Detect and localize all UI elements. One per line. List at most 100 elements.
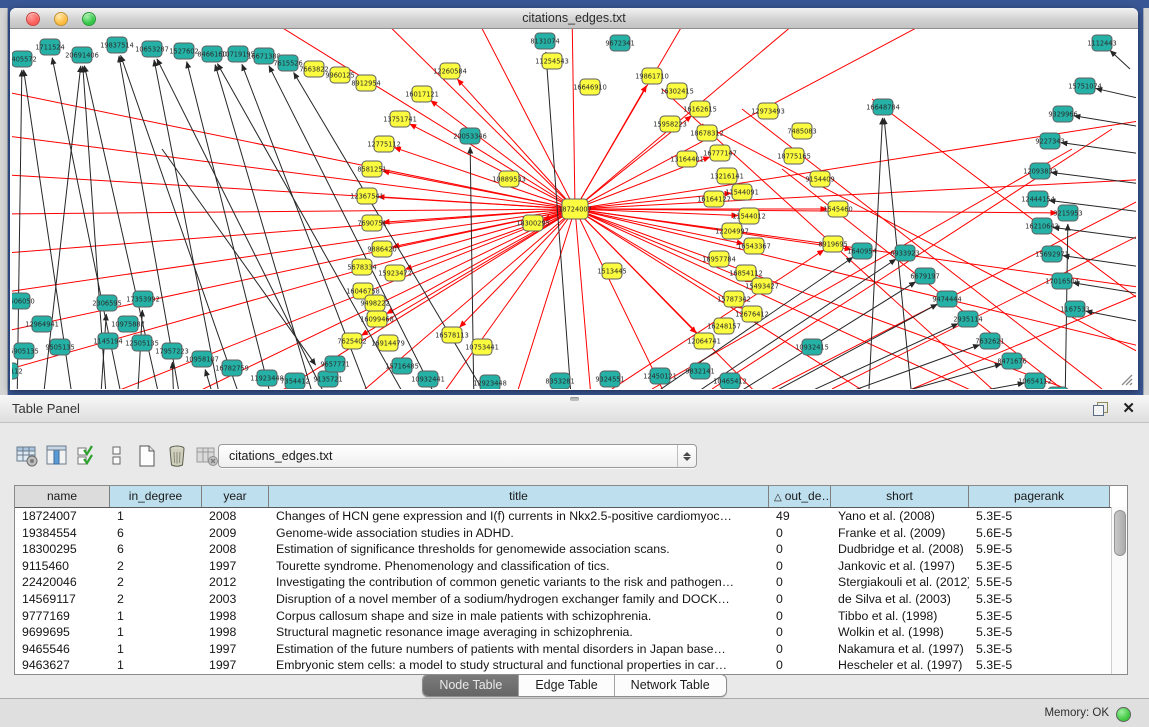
table-cell[interactable]: 1	[110, 508, 202, 525]
table-cell[interactable]: Yano et al. (2008)	[831, 508, 969, 525]
graph-node[interactable]: 1145194	[93, 333, 122, 349]
table-cell[interactable]: 1998	[202, 624, 269, 641]
table-cell[interactable]: 5.3E-5	[969, 591, 1110, 608]
graph-node[interactable]: 18775165	[777, 148, 811, 164]
table-cell[interactable]: 6	[110, 525, 202, 542]
graph-node[interactable]: 8919695	[818, 236, 847, 252]
graph-node[interactable]: 12367541	[350, 188, 384, 204]
table-cell[interactable]: 6	[110, 541, 202, 558]
tab-edge-table[interactable]: Edge Table	[519, 675, 614, 696]
table-cell[interactable]: 1	[110, 624, 202, 641]
graph-node[interactable]: 9135721	[313, 371, 342, 387]
table-cell[interactable]: 5.3E-5	[969, 608, 1110, 625]
graph-node[interactable]: 10889533	[492, 171, 526, 187]
table-cell[interactable]: 5.9E-5	[969, 541, 1110, 558]
table-cell[interactable]: 2009	[202, 525, 269, 542]
table-cell[interactable]: 2	[110, 558, 202, 575]
graph-node[interactable]: 10465412	[713, 373, 747, 389]
graph-node[interactable]: 8131074	[530, 33, 559, 49]
graph-node[interactable]: 12064741	[687, 333, 721, 349]
graph-node[interactable]: 12973493	[751, 103, 785, 119]
table-cell[interactable]: Tourette syndrome. Phenomenology and cla…	[269, 558, 769, 575]
column-header-pagerank[interactable]: pagerank	[969, 486, 1110, 507]
table-cell[interactable]: Structural magnetic resonance image aver…	[269, 624, 769, 641]
table-cell[interactable]: 14569117	[15, 591, 110, 608]
graph-node[interactable]: 2935114	[953, 311, 982, 327]
table-row[interactable]: 946362711997Embryonic stem cells: a mode…	[15, 657, 1127, 674]
graph-edge[interactable]	[154, 60, 222, 389]
graph-edge[interactable]	[882, 383, 1024, 389]
graph-node[interactable]: 13164401	[670, 151, 704, 167]
graph-node[interactable]: 16648784	[866, 99, 900, 115]
graph-node[interactable]: 9832141	[685, 363, 714, 379]
graph-edge[interactable]	[1074, 116, 1136, 127]
close-panel-icon[interactable]: ✕	[1122, 401, 1135, 416]
table-cell[interactable]: 49	[769, 508, 831, 525]
table-cell[interactable]: 9115460	[15, 558, 110, 575]
table-cell[interactable]: 0	[769, 525, 831, 542]
table-cell[interactable]: de Silva et al. (2003)	[831, 591, 969, 608]
graph-edge[interactable]	[575, 209, 851, 249]
column-header-name[interactable]: name	[15, 486, 110, 507]
table-selector-dropdown[interactable]: citations_edges.txt	[218, 444, 697, 468]
table-cell[interactable]: 2003	[202, 591, 269, 608]
table-cell[interactable]: Franke et al. (2009)	[831, 525, 969, 542]
graph-edge[interactable]	[1063, 256, 1136, 267]
graph-node[interactable]: 12775112	[367, 136, 401, 152]
graph-node[interactable]: 16162615	[683, 101, 717, 117]
table-row[interactable]: 946554611997Estimation of the future num…	[15, 641, 1127, 658]
graph-node[interactable]: 12676412	[735, 306, 769, 322]
graph-node[interactable]: 9405572	[12, 51, 37, 67]
table-cell[interactable]: Jankovic et al. (1997)	[831, 558, 969, 575]
graph-node[interactable]: 10654112	[1018, 373, 1052, 389]
delete-table-icon[interactable]	[194, 443, 220, 469]
graph-node[interactable]: 16578113	[435, 327, 469, 343]
graph-node[interactable]: 16210643	[1025, 218, 1059, 234]
graph-node[interactable]: 1711524	[35, 39, 64, 55]
table-cell[interactable]: 1997	[202, 657, 269, 674]
table-cell[interactable]: Estimation of significance thresholds fo…	[269, 541, 769, 558]
graph-node[interactable]: 6679197	[910, 268, 939, 284]
table-cell[interactable]: 2008	[202, 541, 269, 558]
table-cell[interactable]: 22420046	[15, 574, 110, 591]
table-cell[interactable]: Corpus callosum shape and size in male p…	[269, 608, 769, 625]
graph-node[interactable]: 16782759	[215, 360, 249, 376]
graph-node[interactable]: 7663822	[299, 61, 328, 77]
graph-node[interactable]: 20053346	[453, 128, 487, 144]
graph-edge[interactable]	[432, 209, 575, 389]
graph-node[interactable]: 12444154	[1021, 191, 1055, 207]
table-cell[interactable]: 5.3E-5	[969, 624, 1110, 641]
graph-edge[interactable]	[1086, 311, 1136, 322]
graph-node[interactable]: 19861710	[635, 68, 669, 84]
tab-node-table[interactable]: Node Table	[423, 675, 519, 696]
graph-node[interactable]: 1167533	[1060, 301, 1089, 317]
column-header-title[interactable]: title	[269, 486, 769, 507]
graph-edge[interactable]	[1061, 143, 1136, 154]
graph-edge[interactable]	[17, 70, 22, 389]
table-cell[interactable]: 9777169	[15, 608, 110, 625]
graph-edge[interactable]	[1110, 50, 1130, 69]
table-cell[interactable]: 5.3E-5	[969, 558, 1110, 575]
table-cell[interactable]: 18724007	[15, 508, 110, 525]
graph-node[interactable]: 15716485	[385, 358, 419, 374]
graph-node[interactable]: 9672341	[605, 35, 634, 51]
resize-grip-icon[interactable]	[1122, 375, 1132, 385]
table-cell[interactable]: 2	[110, 574, 202, 591]
scrollbar-thumb[interactable]	[1114, 510, 1126, 556]
table-cell[interactable]: 9463627	[15, 657, 110, 674]
graph-node[interactable]: 16777147	[703, 145, 737, 161]
column-header-out_de[interactable]: △out_de…	[769, 486, 831, 507]
graph-node[interactable]: 12923448	[473, 375, 507, 389]
graph-edge[interactable]	[575, 209, 696, 333]
table-cell[interactable]: 5.3E-5	[969, 657, 1110, 674]
table-cell[interactable]: 0	[769, 541, 831, 558]
graph-node[interactable]: 16914479	[371, 335, 405, 351]
graph-node[interactable]: 16248157	[707, 318, 741, 334]
graph-node[interactable]: 9329966	[1048, 106, 1077, 122]
graph-node[interactable]: 3215953	[1053, 205, 1082, 221]
graph-edge[interactable]	[575, 29, 812, 209]
graph-node[interactable]: 1640954	[847, 243, 876, 259]
table-cell[interactable]: 1	[110, 657, 202, 674]
graph-node[interactable]: 18957784	[702, 251, 736, 267]
graph-edge[interactable]	[575, 209, 672, 389]
